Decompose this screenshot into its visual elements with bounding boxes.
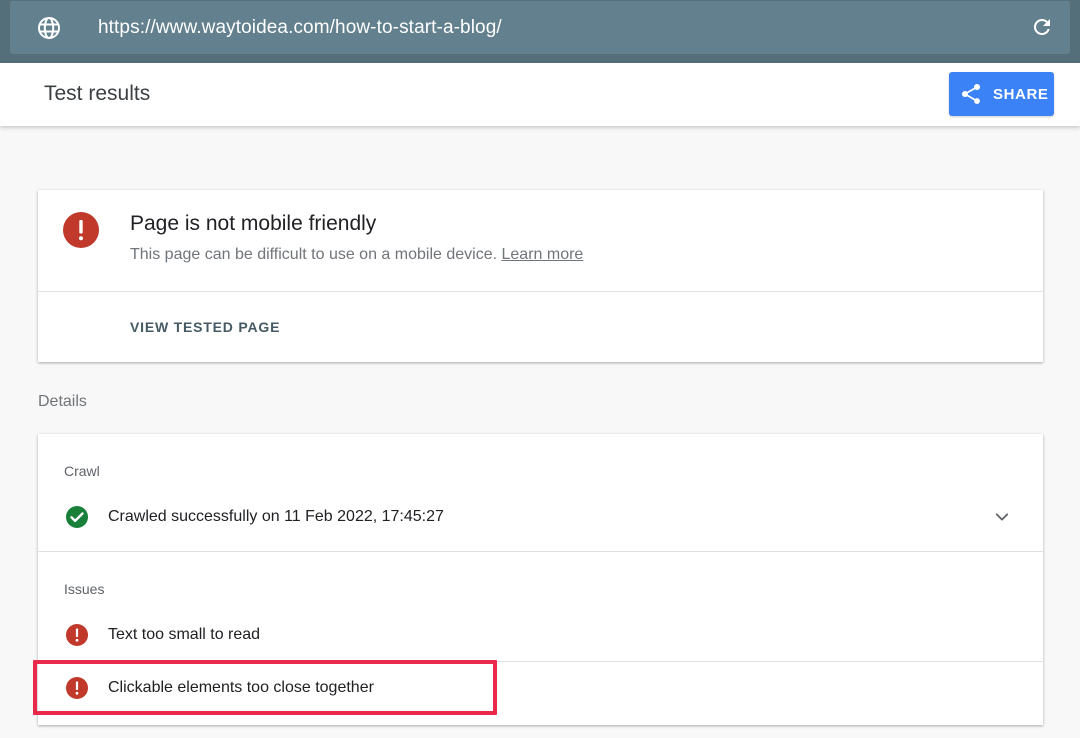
view-tested-page-button[interactable]: VIEW TESTED PAGE — [130, 319, 280, 335]
error-icon — [63, 212, 99, 248]
reload-icon[interactable] — [1030, 15, 1054, 39]
page-title: Test results — [44, 82, 151, 105]
url-bar[interactable]: https://www.waytoidea.com/how-to-start-a… — [10, 1, 1070, 54]
crawl-status-text: Crawled successfully on 11 Feb 2022, 17:… — [108, 508, 444, 525]
divider — [38, 551, 1043, 552]
crawl-status-row[interactable]: Crawled successfully on 11 Feb 2022, 17:… — [38, 497, 1043, 537]
browser-toolbar: https://www.waytoidea.com/how-to-start-a… — [0, 0, 1080, 63]
divider — [38, 291, 1043, 292]
result-title: Page is not mobile friendly — [130, 212, 377, 235]
chevron-down-icon[interactable] — [993, 508, 1011, 526]
issue-text: Clickable elements too close together — [108, 679, 374, 696]
crawl-section-label: Crawl — [64, 463, 100, 479]
details-label: Details — [38, 393, 87, 410]
share-label: SHARE — [993, 85, 1049, 103]
error-icon — [66, 677, 88, 699]
check-circle-icon — [66, 506, 88, 528]
result-description: This page can be difficult to use on a m… — [130, 245, 583, 265]
result-card: Page is not mobile friendly This page ca… — [38, 190, 1043, 362]
result-description-text: This page can be difficult to use on a m… — [130, 246, 498, 263]
learn-more-link[interactable]: Learn more — [502, 246, 584, 263]
error-icon — [66, 624, 88, 646]
issues-section-label: Issues — [64, 581, 105, 597]
results-header: Test results SHARE — [0, 63, 1080, 126]
url-text[interactable]: https://www.waytoidea.com/how-to-start-a… — [98, 16, 502, 40]
globe-icon — [38, 17, 60, 39]
share-icon — [961, 83, 981, 104]
issue-row[interactable]: Clickable elements too close together — [38, 668, 1043, 708]
issue-row[interactable]: Text too small to read — [38, 615, 1043, 655]
details-card: Crawl Crawled successfully on 11 Feb 202… — [38, 434, 1043, 725]
issue-text: Text too small to read — [108, 626, 261, 643]
share-button[interactable]: SHARE — [949, 72, 1054, 116]
divider — [38, 661, 1043, 662]
